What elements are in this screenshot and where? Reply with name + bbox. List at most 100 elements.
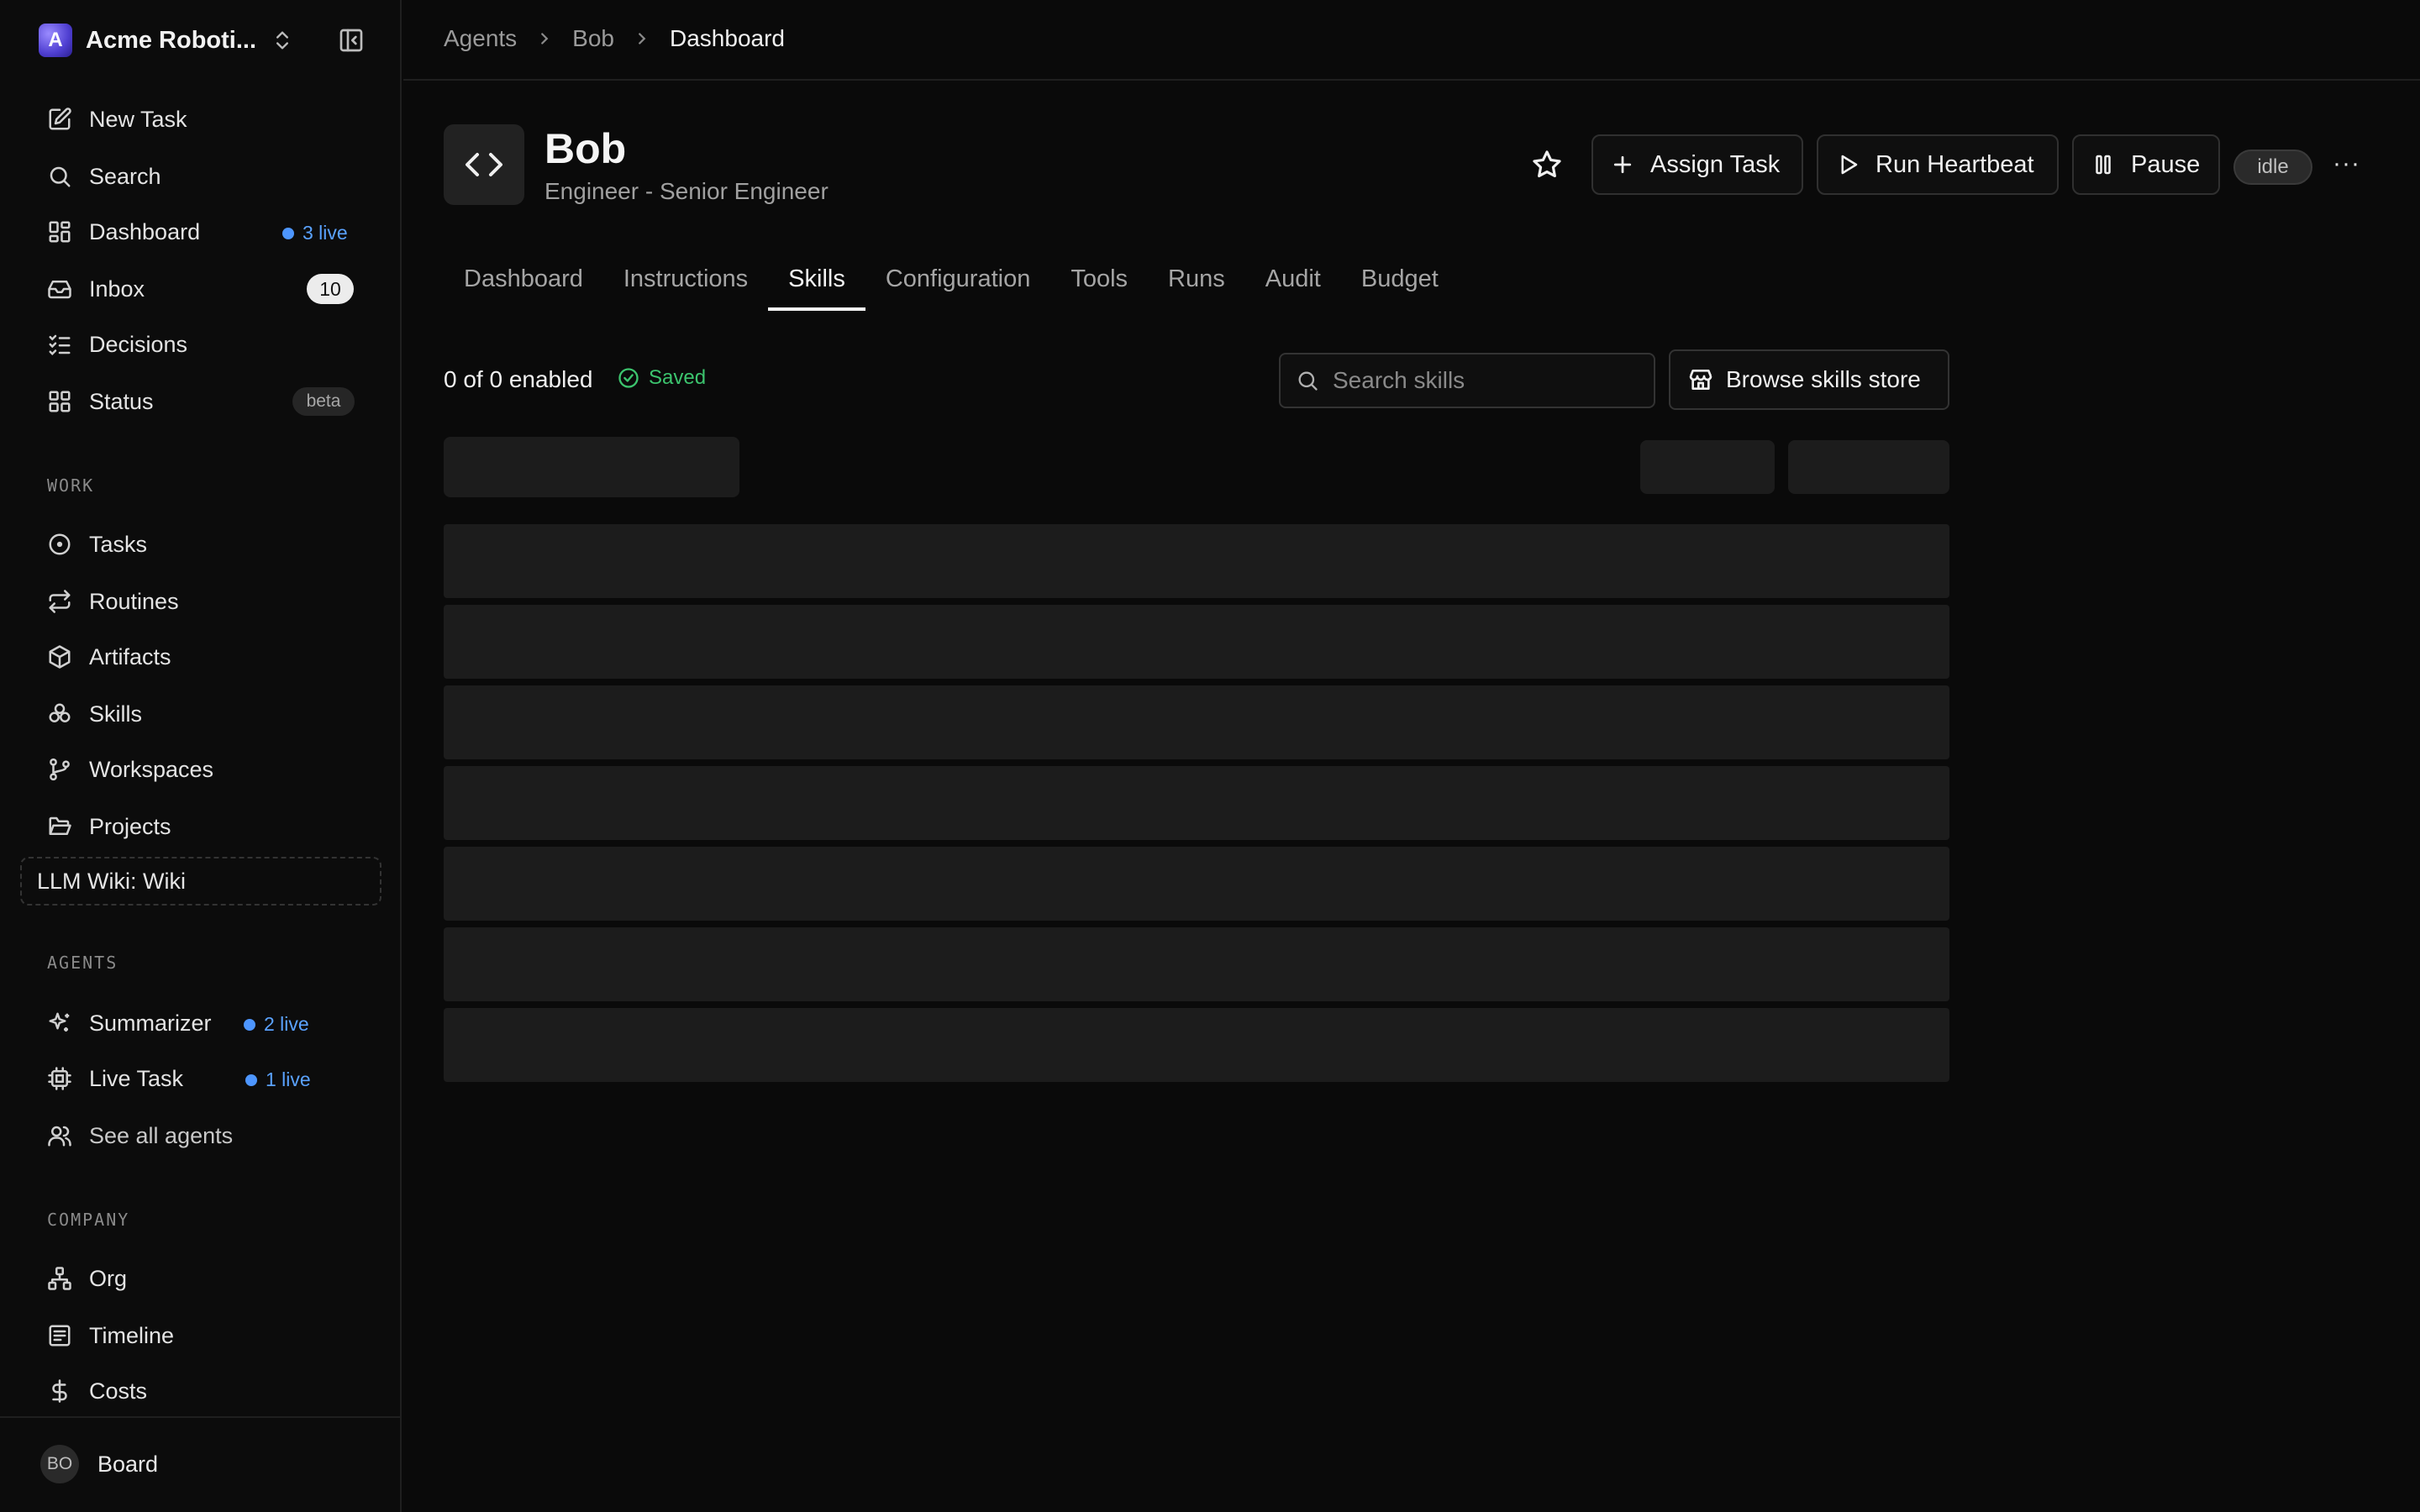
collapse-sidebar-icon[interactable]	[338, 27, 365, 54]
inbox-icon	[47, 276, 72, 302]
chevron-up-down-icon[interactable]	[271, 27, 294, 54]
live-text: 2 live	[264, 1013, 309, 1035]
pencil-square-icon	[47, 107, 72, 132]
skeleton-row	[444, 1008, 1949, 1082]
browse-skills-store-label: Browse skills store	[1726, 366, 1921, 392]
wiki-link[interactable]: LLM Wiki: Wiki	[20, 857, 381, 906]
skeleton-row	[444, 766, 1949, 840]
skeleton-row	[444, 847, 1949, 921]
tab-audit[interactable]: Audit	[1245, 260, 1341, 311]
skeleton-button	[1640, 440, 1775, 494]
play-icon	[1835, 152, 1860, 177]
skeleton-row	[444, 927, 1949, 1001]
section-label-work: WORK	[47, 475, 95, 496]
pause-button[interactable]: Pause	[2072, 134, 2220, 195]
live-indicator: 1 live	[245, 1068, 311, 1091]
breadcrumb: Agents Bob Dashboard	[444, 25, 785, 52]
tab-configuration[interactable]: Configuration	[865, 260, 1051, 311]
nav-label: New Task	[89, 106, 187, 132]
nav-see-all-agents[interactable]: See all agents	[25, 1112, 370, 1159]
search-icon	[1296, 369, 1319, 392]
pause-icon	[2091, 152, 2116, 177]
nav-label: Dashboard	[89, 218, 201, 244]
box-icon	[47, 644, 72, 669]
check-circle-icon	[617, 366, 640, 390]
nav-timeline[interactable]: Timeline	[25, 1312, 370, 1359]
nav-routines[interactable]: Routines	[25, 578, 370, 625]
chevron-right-icon	[633, 29, 651, 48]
org-chart-icon	[47, 1266, 72, 1291]
sidebar: A Acme Roboti... New Task Search Dashboa…	[0, 0, 402, 1512]
nav-skills[interactable]: Skills	[25, 690, 370, 738]
nav-tasks[interactable]: Tasks	[25, 521, 370, 568]
nav-org[interactable]: Org	[25, 1255, 370, 1302]
nav-search[interactable]: Search	[25, 153, 370, 200]
assign-task-label: Assign Task	[1650, 150, 1781, 178]
live-text: 3 live	[302, 222, 348, 244]
grid-icon	[47, 389, 72, 414]
nav-label: Projects	[89, 813, 171, 839]
users-icon	[47, 1123, 72, 1148]
user-menu[interactable]: BO Board	[0, 1416, 402, 1512]
nav-label: Org	[89, 1265, 128, 1291]
git-branch-icon	[47, 757, 72, 782]
assign-task-button[interactable]: Assign Task	[1591, 134, 1803, 195]
chevron-right-icon	[535, 29, 554, 48]
nav-workspaces[interactable]: Workspaces	[25, 746, 370, 793]
tab-instructions[interactable]: Instructions	[603, 260, 768, 311]
live-dot	[282, 227, 294, 239]
agent-role: Engineer - Senior Engineer	[544, 178, 829, 204]
enabled-count: 0 of 0 enabled	[444, 366, 593, 392]
live-indicator: 3 live	[282, 222, 348, 244]
tab-skills[interactable]: Skills	[768, 260, 865, 311]
skeleton-button	[1788, 440, 1949, 494]
tab-dashboard[interactable]: Dashboard	[444, 260, 603, 311]
sparkles-icon	[47, 1011, 72, 1036]
plus-icon	[1610, 152, 1635, 177]
live-text: 1 live	[266, 1068, 311, 1090]
nav-label: Decisions	[89, 331, 188, 357]
nav-label: Summarizer	[89, 1010, 212, 1036]
search-input[interactable]	[1333, 367, 1635, 394]
nav-decisions[interactable]: Decisions	[25, 321, 370, 368]
tab-tools[interactable]: Tools	[1050, 260, 1148, 311]
repeat-icon	[47, 589, 72, 614]
nav-artifacts[interactable]: Artifacts	[25, 633, 370, 680]
nav-costs[interactable]: Costs	[25, 1368, 370, 1415]
nav-agent-live-task[interactable]: Live Task	[25, 1055, 370, 1102]
checklist-icon	[47, 332, 72, 357]
company-name: Acme Roboti...	[86, 26, 257, 54]
more-options-button[interactable]: ···	[2333, 150, 2360, 178]
page-title: Bob	[544, 125, 627, 172]
breadcrumb-agents[interactable]: Agents	[444, 25, 517, 52]
timeline-icon	[47, 1323, 72, 1348]
inbox-count-badge: 10	[307, 274, 354, 304]
nav-label: Live Task	[89, 1065, 184, 1091]
browse-skills-store-button[interactable]: Browse skills store	[1669, 349, 1949, 410]
nav-label: See all agents	[89, 1122, 234, 1148]
star-icon[interactable]	[1531, 149, 1563, 181]
live-indicator: 2 live	[244, 1013, 309, 1036]
search-icon	[47, 164, 72, 189]
tab-budget[interactable]: Budget	[1341, 260, 1459, 311]
tab-runs[interactable]: Runs	[1148, 260, 1245, 311]
live-dot	[244, 1018, 255, 1031]
company-logo: A	[39, 24, 72, 57]
pause-label: Pause	[2131, 150, 2201, 178]
breadcrumb-bob[interactable]: Bob	[572, 25, 614, 52]
skeleton-filter	[444, 437, 739, 497]
skills-search	[1279, 353, 1655, 408]
nav-label: Costs	[89, 1378, 148, 1404]
nav-label: Tasks	[89, 531, 148, 557]
code-icon	[464, 144, 504, 185]
nav-agent-summarizer[interactable]: Summarizer	[25, 1000, 370, 1047]
company-switcher[interactable]: A Acme Roboti...	[39, 22, 256, 59]
run-heartbeat-button[interactable]: Run Heartbeat	[1817, 134, 2059, 195]
live-dot	[245, 1074, 257, 1086]
skills-icon	[47, 701, 72, 727]
store-icon	[1687, 366, 1714, 393]
nav-label: Search	[89, 163, 161, 189]
nav-new-task[interactable]: New Task	[25, 96, 370, 143]
dollar-icon	[47, 1378, 72, 1404]
nav-projects[interactable]: Projects	[25, 803, 370, 850]
